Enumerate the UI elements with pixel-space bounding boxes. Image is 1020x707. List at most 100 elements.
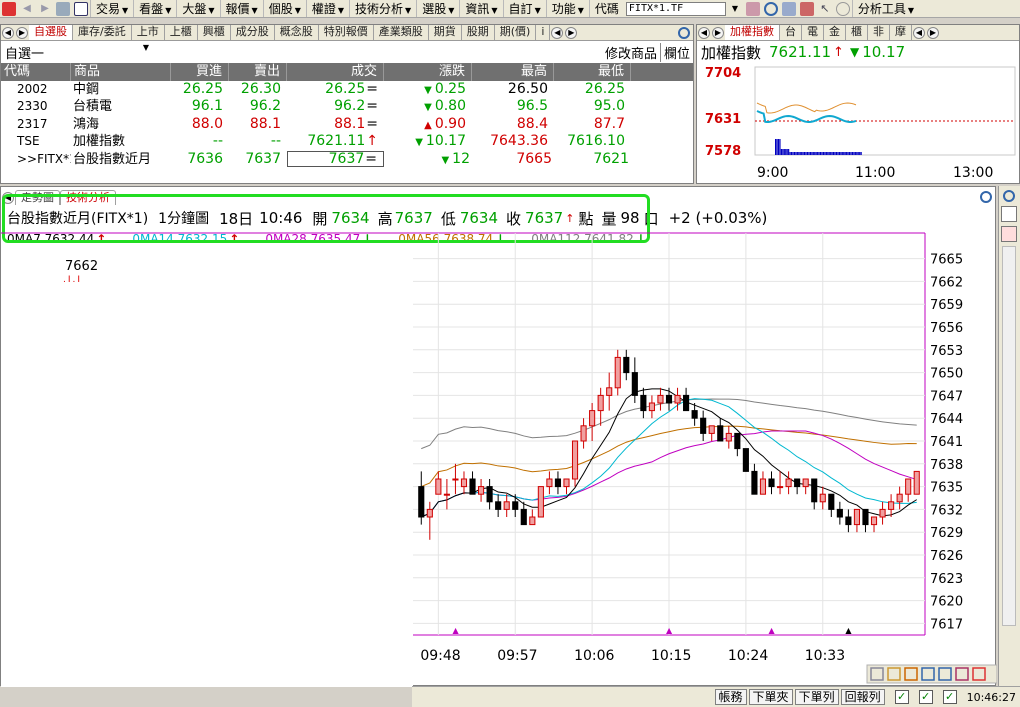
watchlist-tab[interactable]: 自選股	[29, 25, 73, 40]
column-header[interactable]: 最高	[472, 63, 554, 81]
chart-icon[interactable]	[781, 1, 796, 16]
watchlist-tab[interactable]: 特別報價	[319, 25, 374, 40]
check-icon[interactable]: ✓	[918, 690, 933, 704]
index-tab[interactable]: 台	[780, 25, 802, 40]
column-header[interactable]: 成交	[287, 63, 384, 81]
watchlist-tab[interactable]: 產業類股	[374, 25, 429, 40]
table-row[interactable]: 2317 鴻海 88.0 88.1 88.1= ▲ 0.90 88.4 87.7	[1, 116, 693, 133]
next-icon[interactable]: ▶	[565, 27, 578, 39]
prev-tab-icon[interactable]: ◀	[2, 27, 14, 39]
side-scrollbar[interactable]	[1002, 246, 1016, 626]
volume-bar	[782, 149, 784, 155]
cursor-icon[interactable]: ↖	[818, 2, 832, 16]
index-tab[interactable]: 加權指數	[725, 25, 780, 40]
side-panel-icon[interactable]	[1001, 206, 1017, 222]
cell-low: 95.0	[593, 98, 625, 115]
trading-app: ◀ ▶ 交易 ▼ 看盤 ▼ 大盤 ▼ 報價 ▼ 個股 ▼ 權證 ▼ 技術分析 ▼ 選股 ▼ 資訊 ▼ 自訂 ▼ 功能 ▼ …	[0, 0, 1020, 707]
candle-body	[520, 508, 527, 526]
menu-item[interactable]: 選股 ▼	[416, 0, 459, 17]
watchlist-tab[interactable]: 期(價)	[495, 25, 537, 40]
menu-item[interactable]: 資訊 ▼	[459, 0, 502, 17]
prev-icon[interactable]: ◀	[551, 27, 564, 39]
menu-item[interactable]: 技術分析 ▼	[349, 0, 416, 17]
watchlist-tab[interactable]: 成分股	[231, 25, 275, 40]
watchlist-tab[interactable]: i	[536, 25, 551, 40]
index-tab[interactable]: 非	[868, 25, 890, 40]
watchlist-tab[interactable]: 概念股	[275, 25, 319, 40]
tag-icon[interactable]	[799, 1, 814, 16]
volume-bar	[777, 139, 780, 155]
side-zoom-icon[interactable]	[1003, 190, 1015, 202]
zoom-icon[interactable]	[678, 27, 690, 39]
forward-icon[interactable]: ▶	[38, 2, 52, 16]
volume-bar	[837, 152, 839, 155]
settings-icon[interactable]	[835, 1, 850, 16]
column-header[interactable]: 賣出	[229, 63, 287, 81]
index-tab[interactable]: 電	[802, 25, 824, 40]
column-header[interactable]: 商品	[71, 63, 171, 81]
cell-low: 7616.10	[567, 133, 625, 150]
prev-icon[interactable]: ◀	[913, 27, 925, 39]
column-header[interactable]: 最低	[554, 63, 631, 81]
grid-icon[interactable]	[745, 1, 760, 16]
next-tab-icon[interactable]: ▶	[712, 27, 724, 39]
home-icon[interactable]	[2, 1, 16, 16]
status-button[interactable]: 下單夾	[748, 689, 793, 705]
table-row[interactable]: 2002 中鋼 26.25 26.30 26.25= ▼ 0.25 26.50 26.25	[1, 81, 693, 98]
menu-item[interactable]: 個股 ▼	[262, 0, 306, 17]
print-icon[interactable]	[56, 1, 70, 16]
prev-tab-icon[interactable]: ◀	[698, 27, 710, 39]
event-marker: ▲	[769, 626, 776, 635]
dropdown-icon[interactable]: ▼	[728, 2, 742, 16]
watchlist-tab[interactable]: 上市	[132, 25, 165, 40]
candle-body	[589, 410, 596, 427]
column-header[interactable]: 漲跌	[384, 63, 472, 81]
column-header[interactable]: 代碼	[1, 63, 71, 81]
group-select[interactable]: 自選一 ▼	[1, 43, 149, 62]
watchlist-tab[interactable]: 上櫃	[165, 25, 198, 40]
candle-body	[862, 508, 869, 526]
menu-item[interactable]: 自訂 ▼	[502, 0, 546, 17]
candle-body	[870, 516, 878, 526]
volume-bar	[806, 152, 809, 155]
next-icon[interactable]: ▶	[927, 27, 939, 39]
index-tab[interactable]: 櫃	[846, 25, 868, 40]
up-triangle-icon: ▲	[424, 119, 432, 131]
candle-body	[768, 478, 775, 488]
index-tab[interactable]: 金	[824, 25, 846, 40]
analysis-tools-menu[interactable]: 分析工具 ▼	[851, 0, 919, 17]
status-button[interactable]: 帳務	[714, 689, 747, 705]
code-input[interactable]: FITX*1.TF	[625, 1, 726, 16]
watchlist-tab[interactable]: 興櫃	[198, 25, 231, 40]
search-icon[interactable]	[763, 1, 778, 16]
cell-bid: 96.1	[191, 98, 223, 115]
check-icon[interactable]: ✓	[942, 690, 957, 704]
x-tick-label: 10:06	[574, 648, 614, 664]
menu-item[interactable]: 權證 ▼	[305, 0, 349, 17]
watchlist-tab[interactable]: 股期	[462, 25, 495, 40]
menu-item[interactable]: 功能 ▼	[545, 0, 589, 17]
columns-button[interactable]: 欄位	[661, 43, 693, 62]
window-icon[interactable]	[74, 1, 88, 16]
watchlist-tab[interactable]: 期貨	[429, 25, 462, 40]
menu-item[interactable]: 大盤 ▼	[176, 0, 219, 17]
side-check-icon[interactable]	[1001, 226, 1017, 242]
table-row[interactable]: >>FITX*1 台股指數近月 7636 7637 7637= ▼ 12 7665 7621	[1, 150, 693, 168]
column-header[interactable]: 買進	[171, 63, 229, 81]
back-icon[interactable]: ◀	[20, 2, 34, 16]
modify-button[interactable]: 修改商品	[602, 42, 661, 62]
next-tab-icon[interactable]: ▶	[16, 27, 28, 39]
menu-item[interactable]: 看盤 ▼	[133, 0, 176, 17]
table-row[interactable]: 2330 台積電 96.1 96.2 96.2= ▼ 0.80 96.5 95.0	[1, 98, 693, 115]
table-row[interactable]: TSE 加權指數 -- -- 7621.11↑ ▼ 10.17 7643.36 7616.10	[1, 133, 693, 150]
menu-item[interactable]: 報價 ▼	[219, 0, 263, 17]
watchlist-tab[interactable]: 庫存/委託	[73, 25, 132, 40]
y-tick-label: 7659	[930, 298, 963, 313]
status-button[interactable]: 回報列	[840, 689, 885, 705]
volume-bar	[815, 152, 817, 155]
check-icon[interactable]: ✓	[894, 690, 909, 704]
menu-item[interactable]: 交易 ▼	[90, 0, 133, 17]
index-tab[interactable]: 摩	[890, 25, 912, 40]
status-button[interactable]: 下單列	[794, 689, 839, 705]
volume-bar	[853, 152, 855, 155]
